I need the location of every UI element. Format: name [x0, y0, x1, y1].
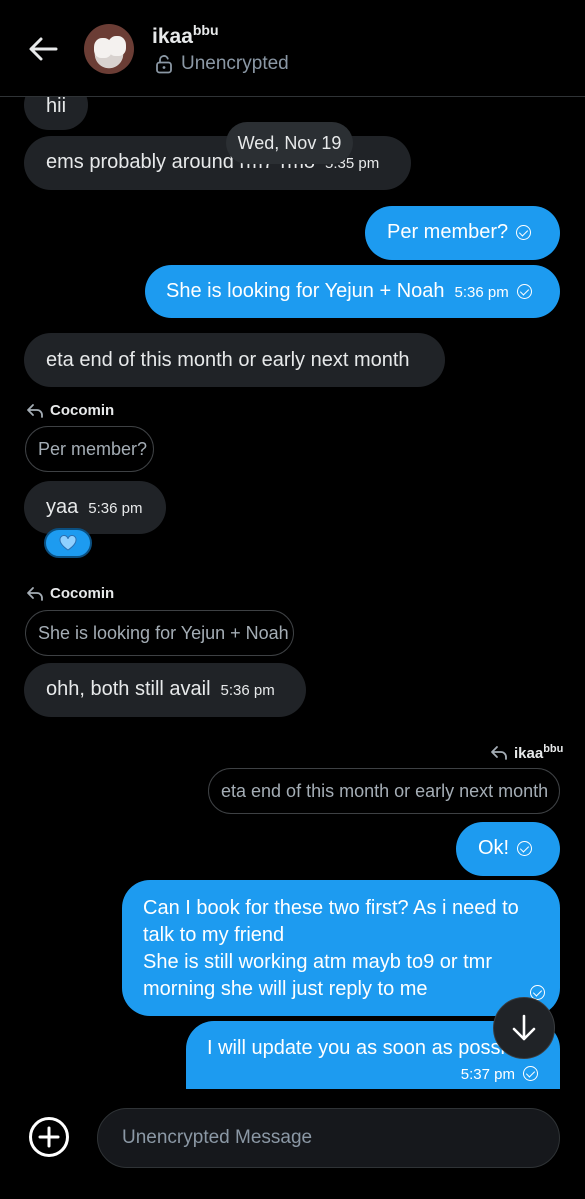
message-bubble[interactable]: yaa 5:36 pm	[24, 481, 166, 534]
plus-circle-icon[interactable]	[28, 1116, 70, 1158]
check-circle-icon	[523, 1066, 538, 1081]
date-separator: Wed, Nov 19	[226, 122, 353, 164]
message-bubble[interactable]: ohh, both still avail 5:36 pm	[24, 663, 306, 717]
reply-arrow-icon	[491, 745, 507, 760]
avatar[interactable]	[84, 24, 134, 74]
message-time: 5:36 pm	[88, 500, 143, 517]
quote-text: Per member?	[38, 439, 148, 459]
quoted-message[interactable]: She is looking for Yejun + Noah	[25, 610, 294, 656]
message-line: morning she will just reply to me	[143, 978, 428, 1000]
chat-header: ikaabbu Unencrypted	[0, 0, 585, 97]
encryption-status-label: Unencrypted	[181, 53, 289, 74]
message-input[interactable]	[97, 1108, 560, 1168]
check-circle-icon	[516, 225, 532, 240]
quoted-message[interactable]: eta end of this month or early next mont…	[208, 768, 560, 814]
message-line: Can I book for these two first? As i nee…	[143, 897, 519, 919]
reply-arrow-icon	[27, 403, 43, 418]
reply-context: ikaabbu	[490, 743, 563, 762]
check-circle-icon	[517, 841, 533, 856]
message-text: hii	[46, 95, 67, 117]
reaction-badge[interactable]	[44, 528, 92, 558]
message-text: yaa	[46, 496, 79, 518]
arrow-down-icon	[512, 1014, 536, 1041]
message-bubble[interactable]: Per member?	[365, 206, 560, 260]
message-line: talk to my friend	[143, 924, 285, 946]
message-time: 5:36 pm	[220, 682, 275, 699]
back-arrow-icon[interactable]	[26, 32, 60, 66]
check-circle-icon	[516, 284, 532, 299]
message-bubble[interactable]: Ok!	[456, 822, 560, 876]
quote-text: She is looking for Yejun + Noah	[38, 623, 289, 643]
message-bubble[interactable]: Can I book for these two first? As i nee…	[122, 880, 560, 1016]
message-text: eta end of this month or early next mont…	[46, 349, 410, 371]
reply-author: ikaabbu	[514, 743, 564, 762]
reply-author: Cocomin	[50, 585, 115, 602]
quoted-message[interactable]: Per member?	[25, 426, 154, 472]
reply-author: Cocomin	[50, 402, 115, 419]
message-text: ohh, both still avail	[46, 678, 211, 700]
message-line: She is still working atm mayb to9 or tmr	[143, 951, 492, 973]
message-bubble[interactable]: eta end of this month or early next mont…	[24, 333, 445, 387]
message-text: Per member?	[387, 221, 509, 243]
message-text: She is looking for Yejun + Noah	[166, 280, 445, 302]
message-time: 5:36 pm	[454, 284, 509, 301]
message-time: 5:37 pm	[460, 1066, 515, 1083]
scroll-to-bottom-button[interactable]	[493, 997, 555, 1059]
blue-heart-icon	[59, 535, 77, 551]
message-text: Ok!	[478, 837, 510, 859]
message-bubble[interactable]: She is looking for Yejun + Noah 5:36 pm	[145, 265, 560, 318]
reply-context: Cocomin	[26, 402, 114, 419]
encryption-status: Unencrypted	[155, 53, 289, 75]
reply-arrow-icon	[27, 586, 43, 601]
quote-text: eta end of this month or early next mont…	[221, 781, 549, 801]
contact-name[interactable]: ikaabbu	[152, 22, 219, 49]
reply-context: Cocomin	[26, 585, 114, 602]
unlock-icon	[156, 55, 172, 74]
